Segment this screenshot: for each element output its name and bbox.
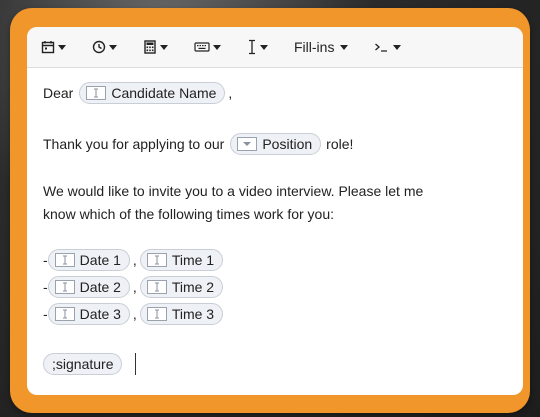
comma: , bbox=[132, 278, 137, 295]
dropdown-field-icon bbox=[237, 137, 258, 151]
insert-date-button[interactable] bbox=[37, 33, 70, 61]
text-field-icon bbox=[86, 86, 107, 100]
comma: , bbox=[132, 305, 137, 322]
calculator-icon bbox=[143, 40, 157, 54]
signature-snippet-chip[interactable]: ;signature bbox=[43, 353, 123, 375]
time-slot-row: - Date 3 , Time 3 bbox=[43, 300, 523, 327]
candidate-name-field[interactable]: Candidate Name bbox=[79, 82, 226, 104]
insert-calculation-button[interactable] bbox=[139, 33, 172, 61]
text-field-icon bbox=[146, 306, 167, 321]
time-slot-row: - Date 2 , Time 2 bbox=[43, 273, 523, 300]
greeting-line: Dear Candidate Name , bbox=[43, 82, 523, 104]
keyboard-icon bbox=[194, 41, 210, 53]
date-field[interactable]: Date 1 bbox=[47, 248, 130, 271]
fill-ins-menu-button[interactable]: Fill-ins bbox=[290, 33, 352, 61]
terminal-prompt-icon bbox=[374, 41, 390, 53]
chevron-down-icon bbox=[109, 44, 117, 50]
dash: - bbox=[43, 251, 48, 268]
text-field-icon bbox=[146, 252, 167, 267]
time-slot-row: - Date 1 , Time 1 bbox=[43, 246, 523, 273]
thank-you-text: Thank you for applying to our bbox=[43, 136, 225, 152]
chevron-down-icon bbox=[340, 44, 349, 50]
insert-time-button[interactable] bbox=[88, 33, 121, 61]
dash: - bbox=[43, 305, 48, 322]
chevron-down-icon bbox=[58, 44, 66, 50]
date-field[interactable]: Date 3 bbox=[47, 302, 130, 325]
text-field-icon bbox=[54, 306, 75, 321]
signature-line: ;signature bbox=[43, 353, 523, 375]
greeting-comma: , bbox=[228, 85, 233, 101]
field-label: Date 1 bbox=[79, 251, 121, 268]
date-field[interactable]: Date 2 bbox=[47, 275, 130, 298]
field-label: Date 2 bbox=[79, 278, 121, 295]
chevron-down-icon bbox=[160, 44, 168, 50]
invite-paragraph: We would like to invite you to a video i… bbox=[43, 180, 523, 226]
field-label: Time 1 bbox=[171, 251, 215, 268]
field-label: Date 3 bbox=[79, 305, 121, 322]
chevron-down-icon bbox=[393, 44, 402, 50]
text-field-icon bbox=[146, 279, 167, 294]
field-label: Time 3 bbox=[171, 305, 215, 322]
insert-cursor-button[interactable] bbox=[243, 33, 272, 61]
text-field-icon bbox=[54, 252, 75, 267]
time-field[interactable]: Time 2 bbox=[139, 275, 224, 298]
text-editor[interactable]: Fill-ins Dear Candidate Name , Thank you… bbox=[27, 27, 523, 395]
insert-keypress-button[interactable] bbox=[190, 33, 225, 61]
chevron-down-icon bbox=[213, 44, 221, 50]
time-slot-list: - Date 1 , Time 1 - Date 2 , Time 2 - Da… bbox=[43, 246, 523, 327]
comma: , bbox=[132, 251, 137, 268]
thank-you-line: Thank you for applying to our Position r… bbox=[43, 133, 523, 155]
time-field[interactable]: Time 1 bbox=[139, 248, 224, 271]
invite-line-2: know which of the following times work f… bbox=[43, 206, 335, 222]
insert-command-button[interactable] bbox=[370, 33, 405, 61]
time-field[interactable]: Time 3 bbox=[139, 302, 224, 325]
field-label: Position bbox=[262, 136, 313, 152]
clock-icon bbox=[92, 40, 106, 54]
chevron-down-icon bbox=[260, 44, 268, 50]
invite-line-1: We would like to invite you to a video i… bbox=[43, 183, 424, 199]
text-field-icon bbox=[54, 279, 75, 294]
fill-ins-label: Fill-ins bbox=[294, 39, 335, 55]
text-cursor-icon bbox=[247, 39, 257, 55]
position-dropdown-field[interactable]: Position bbox=[230, 133, 322, 155]
field-label: Candidate Name bbox=[111, 85, 217, 101]
role-text: role! bbox=[326, 136, 354, 152]
text-cursor bbox=[135, 353, 137, 375]
greeting-text: Dear bbox=[43, 85, 74, 101]
editor-content[interactable]: Dear Candidate Name , Thank you for appl… bbox=[27, 68, 523, 375]
dash: - bbox=[43, 278, 48, 295]
calendar-icon bbox=[41, 40, 55, 54]
toolbar: Fill-ins bbox=[27, 27, 523, 68]
field-label: Time 2 bbox=[171, 278, 215, 295]
